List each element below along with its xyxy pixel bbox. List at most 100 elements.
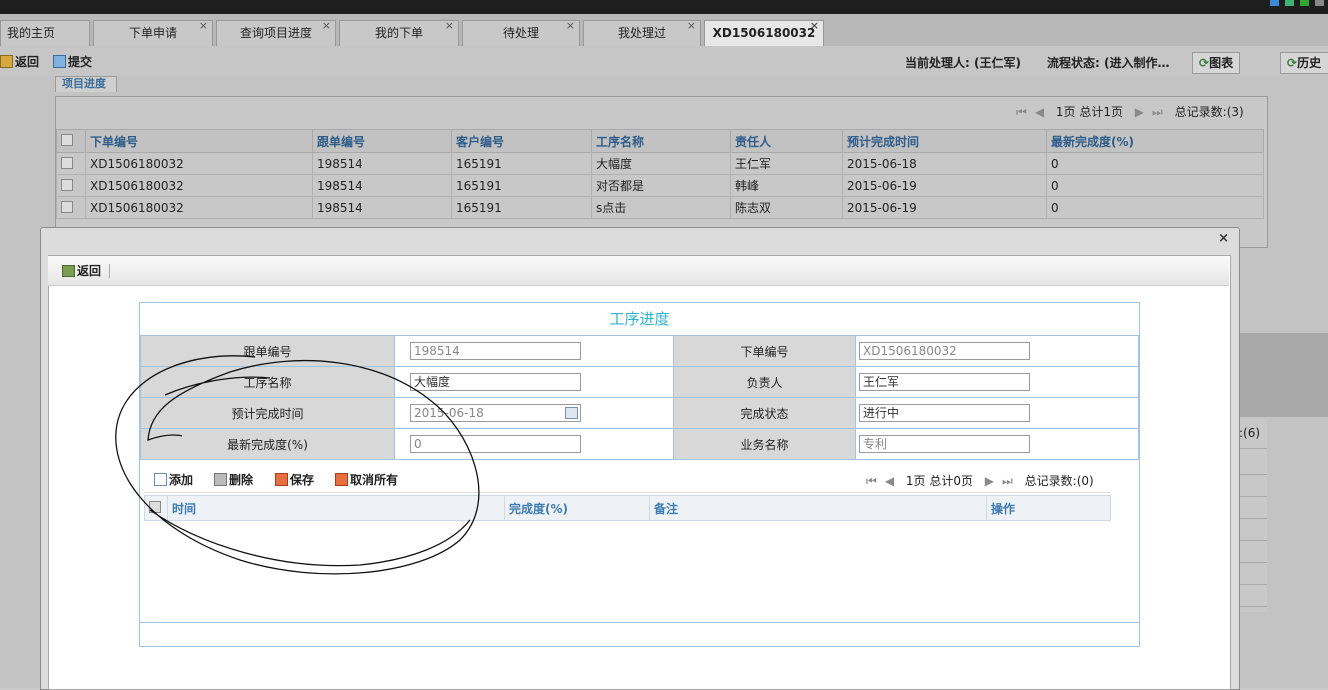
add-button[interactable]: 添加 [154,471,193,488]
close-icon[interactable]: × [322,14,331,38]
table-cell: XD1506180032 [85,174,313,197]
table-row[interactable]: XD1506180032 198514 165191 s点击 陈志双 2015-06-19… [56,196,1264,219]
last-page-icon[interactable]: ⏭ [1152,105,1163,120]
grid-header[interactable]: 跟单编号 [312,129,452,153]
next-page-icon[interactable]: ▶ [1135,105,1144,119]
table-cell: 2015-06-18 [842,152,1047,175]
eta-cell: 2015-06-18 [394,397,674,429]
owner-label: 负责人 [673,366,856,398]
status-cell: 进行中 [855,397,1139,429]
tab-order-detail[interactable]: XD1506180032 × [704,19,824,46]
cancel-icon [335,473,348,486]
table-cell: 165191 [451,174,592,197]
select-all-checkbox[interactable] [144,495,168,521]
prev-page-icon[interactable]: ◀ [885,474,894,488]
table-row[interactable]: XD1506180032 198514 165191 对否都是 韩峰 2015-06-19… [56,174,1264,197]
delete-button[interactable]: 删除 [214,471,253,488]
close-icon[interactable]: × [1218,231,1229,246]
grid-header[interactable]: 下单编号 [85,129,313,153]
order-no-cell: XD1506180032 [855,335,1139,367]
select-all-checkbox[interactable] [56,129,86,153]
history-button[interactable]: ⟳历史 [1280,52,1328,74]
first-page-icon[interactable]: ⏮ [866,474,877,489]
window-control-icon[interactable] [1300,0,1309,6]
status-label: 完成状态 [673,397,856,429]
cancel-all-button[interactable]: 取消所有 [335,471,398,488]
grid-header[interactable]: 工序名称 [591,129,731,153]
bg-pager: ⏮ ◀ 1页 总计1页 ▶ ⏭ 总记录数:(3) [1016,105,1244,120]
table-cell: 165191 [451,152,592,175]
row-checkbox[interactable] [56,152,86,175]
process-name-label: 工序名称 [140,366,395,398]
close-icon[interactable]: × [687,14,696,38]
owner-field[interactable]: 王仁军 [859,373,1030,391]
close-icon[interactable]: × [199,14,208,38]
table-row[interactable]: XD1506180032 198514 165191 大幅度 王仁军 2015-06-18… [56,152,1264,175]
status-field[interactable]: 进行中 [859,404,1030,422]
grid-header[interactable]: 预计完成时间 [842,129,1047,153]
table-cell: XD1506180032 [85,152,313,175]
tracking-no-cell: 198514 [394,335,674,367]
row-checkbox[interactable] [56,174,86,197]
window-control-icon[interactable] [1315,0,1324,6]
background-grid-stub: 数:(6) [1227,418,1267,612]
main-toolbar: 返回 提交 当前处理人: (王仁军) 流程状态: (进入制作… [0,46,1328,76]
tab-bar: 我的主页 下单申请 × 查询项目进度 × 我的下单 × 待处理 × 我处理过 × XD15… [0,14,1328,47]
tab-pending[interactable]: 待处理 × [462,19,580,46]
prev-page-icon[interactable]: ◀ [1035,105,1044,119]
business-field[interactable]: 专利 [859,435,1030,453]
window-control-icon[interactable] [1270,0,1279,6]
window-top-bar [0,0,1328,14]
row-checkbox[interactable] [56,196,86,219]
progress-field[interactable]: 0 [410,435,581,453]
current-handler: 当前处理人: (王仁军) [905,56,1021,70]
sub-grid-toolbar: 添加 删除 保存 取消所有 ⏮ ◀ 1页 总计0页 ▶ ⏭ 总记录数:(0) [144,466,1111,493]
grid-header[interactable]: 时间 [167,495,505,521]
window-control-icon[interactable] [1285,0,1294,6]
dialog-back-button[interactable]: 返回 [62,262,101,279]
eta-date-field[interactable]: 2015-06-18 [410,404,581,422]
table-cell: 0 [1046,152,1264,175]
back-button[interactable]: 返回 [0,53,39,70]
table-cell: s点击 [591,196,731,219]
grid-header[interactable]: 操作 [986,495,1111,521]
next-page-icon[interactable]: ▶ [985,474,994,488]
grid-header[interactable]: 责任人 [730,129,843,153]
close-icon[interactable]: × [445,14,454,38]
tab-project-progress-panel[interactable]: 项目进度 [55,76,117,92]
calendar-icon[interactable] [565,407,578,419]
process-name-field[interactable]: 大幅度 [410,373,581,391]
grid-header[interactable]: 备注 [649,495,987,521]
grid-header[interactable]: 最新完成度(%) [1046,129,1264,153]
table-cell: 165191 [451,196,592,219]
submit-button[interactable]: 提交 [53,53,92,70]
close-icon[interactable]: × [566,14,575,38]
table-cell: 198514 [312,174,452,197]
tab-order-request[interactable]: 下单申请 × [93,19,213,46]
table-cell: 韩峰 [730,174,843,197]
trash-icon [214,473,227,486]
grid-header[interactable]: 客户编号 [451,129,592,153]
table-cell: 2015-06-19 [842,196,1047,219]
eta-label: 预计完成时间 [140,397,395,429]
form-divider [140,622,1139,623]
grid-header[interactable]: 完成度(%) [504,495,650,521]
sub-grid: 时间 完成度(%) 备注 操作 [144,495,1111,521]
tab-processed[interactable]: 我处理过 × [583,19,701,46]
tab-home[interactable]: 我的主页 [0,20,90,46]
tab-project-progress[interactable]: 查询项目进度 × [216,19,336,46]
table-cell: 大幅度 [591,152,731,175]
first-page-icon[interactable]: ⏮ [1016,105,1027,120]
order-no-field[interactable]: XD1506180032 [859,342,1030,360]
tab-my-orders[interactable]: 我的下单 × [339,19,459,46]
last-page-icon[interactable]: ⏭ [1002,474,1013,489]
table-cell: 王仁军 [730,152,843,175]
chart-button[interactable]: ⟳图表 [1192,52,1241,74]
tracking-no-field[interactable]: 198514 [410,342,581,360]
owner-cell: 王仁军 [855,366,1139,398]
close-icon[interactable]: × [810,14,819,38]
toolbar-divider [109,264,110,278]
save-icon [275,473,288,486]
table-cell: 陈志双 [730,196,843,219]
save-button[interactable]: 保存 [275,471,314,488]
